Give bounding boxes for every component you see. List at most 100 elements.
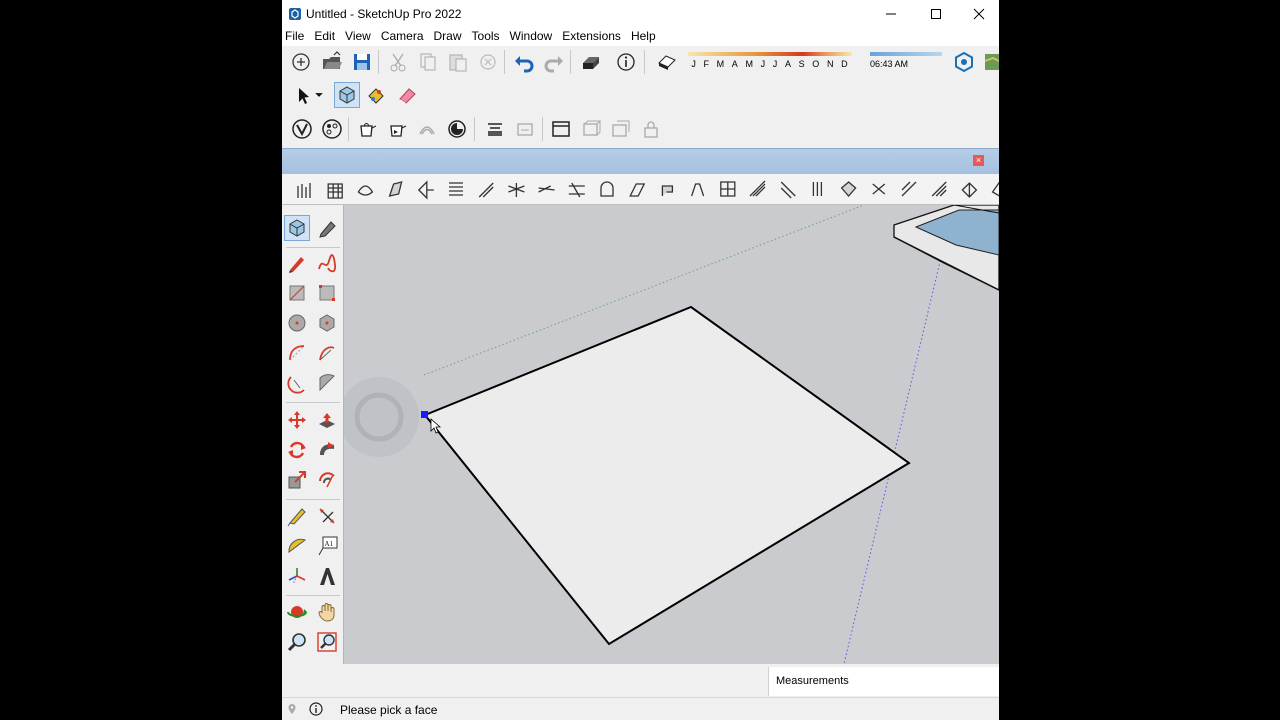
- offset-tool[interactable]: [314, 467, 340, 493]
- extension-map-button[interactable]: [981, 49, 999, 75]
- follow-me-tool[interactable]: [314, 437, 340, 463]
- protractor-tool[interactable]: [284, 533, 310, 559]
- extension-button[interactable]: [951, 49, 977, 75]
- ext-tool-j-icon[interactable]: [568, 182, 585, 198]
- tag-tool[interactable]: [314, 215, 340, 241]
- close-button[interactable]: [957, 0, 999, 28]
- eraser-tool-button[interactable]: [394, 82, 420, 108]
- scale-tool[interactable]: [284, 467, 310, 493]
- text-tool[interactable]: A1: [314, 533, 340, 559]
- shadow-date-slider[interactable]: J F M A M J J A S O N D: [688, 50, 854, 74]
- dimension-tool[interactable]: [314, 503, 340, 529]
- rotated-rectangle-tool[interactable]: [314, 280, 340, 306]
- style-v-button[interactable]: [289, 116, 315, 142]
- orbit-tool[interactable]: [284, 599, 310, 625]
- hidden-line-button[interactable]: [444, 116, 470, 142]
- menu-tools[interactable]: Tools: [467, 28, 505, 46]
- axes-tool[interactable]: [284, 563, 310, 589]
- monochrome-button[interactable]: [548, 116, 574, 142]
- menu-help[interactable]: Help: [626, 28, 661, 46]
- rotate-tool[interactable]: [284, 437, 310, 463]
- ext-tool-e-icon[interactable]: [417, 180, 434, 200]
- model-viewport[interactable]: [344, 205, 999, 664]
- polygon-tool[interactable]: [314, 310, 340, 336]
- ext-tool-k-icon[interactable]: [600, 181, 614, 197]
- shadows-toggle-button[interactable]: [654, 49, 680, 75]
- ext-tool-f-icon[interactable]: [449, 182, 463, 196]
- menu-edit[interactable]: Edit: [309, 28, 340, 46]
- pie-tool[interactable]: [314, 370, 340, 396]
- menu-file[interactable]: File: [282, 28, 309, 46]
- component-tool[interactable]: [284, 215, 310, 241]
- ext-tool-d-icon[interactable]: [388, 181, 403, 197]
- ext-tool-u-icon[interactable]: [901, 181, 917, 197]
- ext-tool-w-icon[interactable]: [961, 182, 978, 198]
- ext-tool-b-icon[interactable]: [327, 183, 343, 199]
- minimize-button[interactable]: [869, 0, 913, 28]
- ext-tool-r-icon[interactable]: [812, 182, 823, 196]
- circle-tool[interactable]: [284, 310, 310, 336]
- partial-box-object[interactable]: [893, 205, 999, 291]
- freehand-tool[interactable]: [314, 250, 340, 276]
- push-pull-tool[interactable]: [314, 407, 340, 433]
- textured-button[interactable]: [512, 116, 538, 142]
- shadow-time-slider[interactable]: 06:43 AM: [870, 50, 942, 74]
- ext-tool-s-icon[interactable]: [840, 181, 857, 197]
- close-icon[interactable]: ×: [973, 155, 984, 166]
- model-canvas[interactable]: [344, 205, 999, 664]
- menu-draw[interactable]: Draw: [429, 28, 467, 46]
- component-tool-button[interactable]: [334, 82, 360, 108]
- move-tool[interactable]: [284, 407, 310, 433]
- section-fill-button[interactable]: [638, 116, 664, 142]
- ext-tool-g-icon[interactable]: [478, 182, 494, 198]
- back-edges-button[interactable]: [384, 116, 410, 142]
- rectangle-face[interactable]: [423, 305, 911, 646]
- ext-tool-p-icon[interactable]: [749, 180, 766, 197]
- xray-button[interactable]: [354, 116, 380, 142]
- ext-tool-h-icon[interactable]: [508, 183, 525, 197]
- redo-button[interactable]: [541, 49, 567, 75]
- rectangle-tool[interactable]: [284, 280, 310, 306]
- menu-extensions[interactable]: Extensions: [557, 28, 626, 46]
- open-button[interactable]: [319, 49, 345, 75]
- paste-button[interactable]: [445, 49, 471, 75]
- geo-location-icon[interactable]: [286, 703, 298, 715]
- cut-button[interactable]: [385, 49, 411, 75]
- model-info-button[interactable]: [613, 49, 639, 75]
- section-plane-button[interactable]: [578, 116, 604, 142]
- save-button[interactable]: [349, 49, 375, 75]
- ext-tool-v-icon[interactable]: [931, 181, 947, 197]
- style-palette-button[interactable]: [319, 116, 345, 142]
- measurements-box[interactable]: Measurements: [768, 667, 999, 696]
- ext-tool-q-icon[interactable]: [780, 181, 796, 199]
- ext-tool-a-icon[interactable]: [297, 183, 311, 198]
- ext-tool-x-icon[interactable]: [991, 181, 999, 197]
- new-button[interactable]: [288, 49, 314, 75]
- section-cut-button[interactable]: [608, 116, 634, 142]
- zoom-window-tool[interactable]: [314, 629, 340, 655]
- two-point-arc-tool[interactable]: [314, 340, 340, 366]
- ext-tool-m-icon[interactable]: [661, 185, 674, 196]
- shaded-button[interactable]: [482, 116, 508, 142]
- ext-tool-l-icon[interactable]: [629, 183, 646, 197]
- ext-tool-o-icon[interactable]: [720, 181, 736, 197]
- paint-bucket-button[interactable]: [363, 82, 389, 108]
- ext-tool-c-icon[interactable]: [357, 185, 374, 196]
- undo-button[interactable]: [511, 49, 537, 75]
- extension-toolbar-header[interactable]: ×: [282, 148, 999, 175]
- erase-button[interactable]: [475, 49, 501, 75]
- select-dropdown-button[interactable]: [312, 82, 326, 108]
- ext-tool-t-icon[interactable]: [872, 183, 886, 195]
- three-point-arc-tool[interactable]: [284, 370, 310, 396]
- info-icon[interactable]: [309, 702, 323, 716]
- wireframe-button[interactable]: [414, 116, 440, 142]
- menu-view[interactable]: View: [340, 28, 376, 46]
- copy-button[interactable]: [415, 49, 441, 75]
- menu-camera[interactable]: Camera: [376, 28, 429, 46]
- zoom-tool[interactable]: [284, 629, 310, 655]
- line-tool[interactable]: [284, 250, 310, 276]
- print-button[interactable]: [578, 49, 604, 75]
- ext-tool-i-icon[interactable]: [538, 185, 555, 193]
- menu-window[interactable]: Window: [505, 28, 558, 46]
- ext-tool-n-icon[interactable]: [690, 183, 705, 197]
